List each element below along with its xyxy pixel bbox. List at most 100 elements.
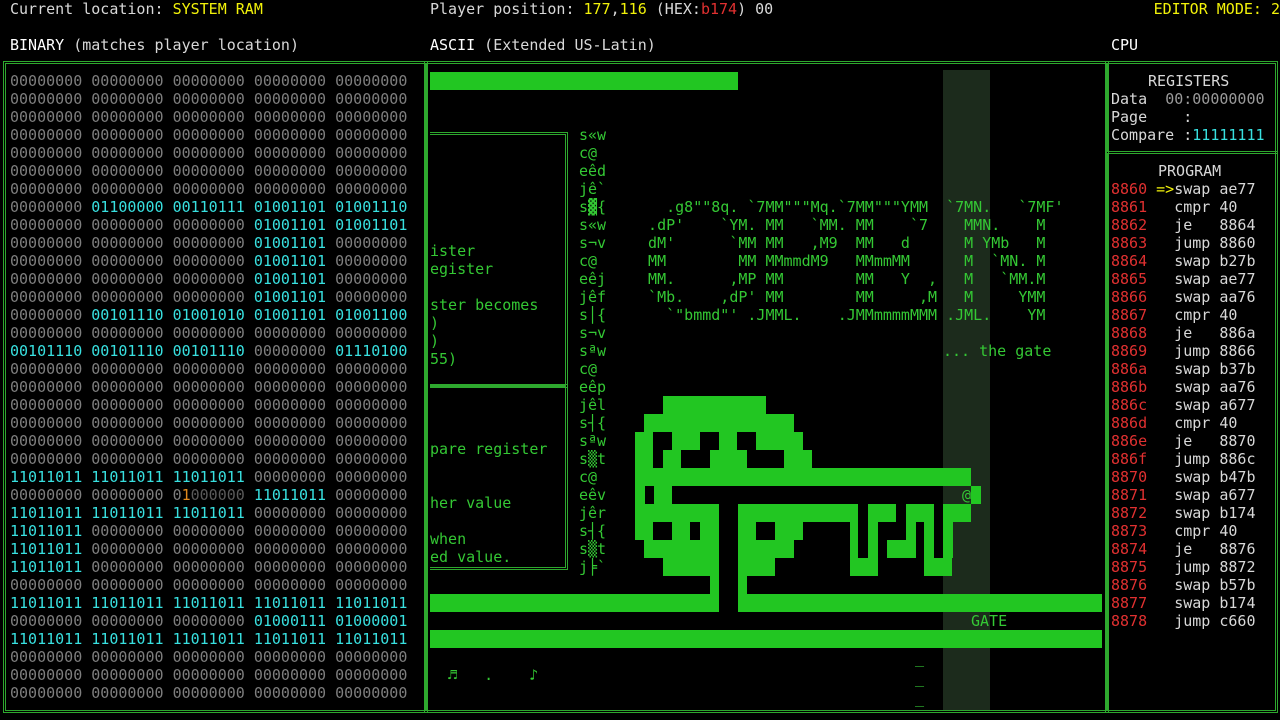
binary-byte: 00000000 [335, 468, 408, 486]
ascii-cell: jêr [579, 504, 607, 522]
program-line: 886c swap a677 [1111, 396, 1256, 414]
binary-byte: 00000000 [172, 612, 245, 630]
binary-byte: 01001101 [253, 216, 327, 234]
binary-byte: 00000000 [10, 378, 83, 396]
binary-byte: 00000000 [91, 288, 164, 306]
binary-byte: 00000000 [91, 432, 164, 450]
info-line: ed value. [430, 548, 512, 566]
program-address: 8861 [1111, 198, 1148, 216]
info-line [430, 476, 547, 494]
hex-value: b174 [700, 0, 738, 18]
program-instruction: swap ae77 [1174, 270, 1256, 288]
info-line: egister [430, 260, 494, 278]
binary-byte: 00000000 [253, 450, 327, 468]
program-pointer [1156, 450, 1174, 468]
position-y: 116 [619, 0, 647, 18]
binary-byte: 00000000 [253, 648, 327, 666]
binary-byte: 00000000 [335, 666, 408, 684]
ascii-cell: s«w [579, 216, 607, 234]
program-instruction: swap b57b [1174, 576, 1256, 594]
binary-byte: 00000000 [172, 378, 245, 396]
program-instruction: je 886a [1174, 324, 1256, 342]
binary-byte: 00000000 [10, 666, 83, 684]
binary-byte: 00110111 [172, 198, 245, 216]
position-label: Player position: [430, 0, 584, 18]
program-line: 8863 jump 8860 [1111, 234, 1256, 252]
binary-byte: 11011011 [172, 504, 245, 522]
ascii-cell: s¬v [579, 324, 607, 342]
program-address: 886b [1111, 378, 1148, 396]
dash-mark: _ [915, 669, 925, 687]
binary-byte: 00000000 [253, 468, 327, 486]
info-line: ister [430, 242, 476, 260]
binary-byte: 00000000 [172, 90, 245, 108]
program-line: 8878 jump c660 [1111, 612, 1256, 630]
program-address: 8860 [1111, 180, 1148, 198]
binary-row: 00101110 00101110 00101110 00000000 0111… [10, 342, 424, 360]
binary-byte: 11011011 [10, 468, 83, 486]
binary-byte: 11011011 [10, 540, 83, 558]
program-pointer [1156, 324, 1174, 342]
ascii-map: ister egister ster becomes)) 55) pare regis… [430, 70, 1102, 710]
dash-mark: _ [915, 649, 925, 667]
program-pointer [1156, 288, 1174, 306]
binary-byte: 00000000 [172, 252, 245, 270]
program-address: 8870 [1111, 468, 1148, 486]
binary-row: 00000000 00000000 00000000 00000000 0000… [10, 576, 424, 594]
cpu-panel-title: CPU [1111, 36, 1139, 54]
floor-right [738, 594, 1102, 612]
info-line: her value [430, 494, 512, 512]
binary-byte: 11011011 [172, 630, 245, 648]
binary-byte: 00000000 [91, 216, 164, 234]
binary-byte: 00000000 [10, 180, 83, 198]
program-line: 8865 swap ae77 [1111, 270, 1256, 288]
binary-row: 00000000 00000000 00000000 00000000 0000… [10, 378, 424, 396]
binary-byte: 00000000 [91, 234, 164, 252]
binary-row: 11011011 00000000 00000000 00000000 0000… [10, 540, 424, 558]
binary-byte: 00000000 [335, 684, 408, 702]
binary-byte: 00000000 [91, 666, 164, 684]
program-instruction: jump 8866 [1174, 342, 1256, 360]
binary-byte: 11011011 [172, 468, 245, 486]
binary-byte: 00000000 [10, 108, 83, 126]
location-readout: Current location: SYSTEM RAM [10, 0, 263, 18]
info-line: pare register [430, 440, 548, 458]
binary-byte: 00000000 [253, 378, 327, 396]
binary-byte: 00000000 [10, 234, 83, 252]
program-pointer [1156, 486, 1174, 504]
ascii-cell: s«w [579, 126, 607, 144]
binary-byte: 00000000 [253, 684, 327, 702]
binary-byte: 11011011 [253, 594, 327, 612]
program-instruction: cmpr 40 [1174, 522, 1238, 540]
binary-byte: 00000000 [253, 414, 327, 432]
program-address: 8868 [1111, 324, 1148, 342]
data-register-label: Data [1111, 90, 1166, 108]
binary-byte: 00000000 [10, 396, 83, 414]
binary-byte: 00000000 [335, 144, 408, 162]
program-line: 8873 cmpr 40 [1111, 522, 1256, 540]
program-pointer [1156, 198, 1174, 216]
page-register: Page : [1111, 108, 1193, 126]
binary-row: 00000000 00000000 00000000 00000000 0000… [10, 180, 424, 198]
player-avatar[interactable]: @ [962, 486, 971, 504]
banner-line: .dP' `YM. MM `MM. MM `7 MMN. M [630, 216, 1046, 234]
program-instruction: swap a677 [1174, 396, 1256, 414]
ascii-cell: s│{ [579, 306, 607, 324]
binary-byte: 00000000 [91, 180, 164, 198]
binary-byte: 11011011 [10, 630, 83, 648]
binary-byte: 01000111 [253, 612, 327, 630]
binary-byte: 00000000 [10, 648, 83, 666]
editor-mode-indicator[interactable]: EDITOR MODE: 2 [1154, 0, 1280, 18]
info-box-1-text: ister egister ster becomes)) 55) [430, 134, 538, 368]
binary-byte: 00000000 [172, 666, 245, 684]
binary-byte: 00000000 [335, 288, 408, 306]
compare-register: Compare :11111111 [1111, 126, 1265, 144]
program-pointer [1156, 576, 1174, 594]
binary-byte: 00000000 [10, 306, 83, 324]
binary-byte: 00000000 [91, 684, 164, 702]
binary-byte: 00000000 [91, 414, 164, 432]
banner-line: `"bmmd"' .JMML. .JMMmmmmMMM .JML. YM [630, 306, 1046, 324]
data-register: Data 00:00000000 [1111, 90, 1265, 108]
binary-byte: 00000000 [10, 90, 83, 108]
program-line: 8861 cmpr 40 [1111, 198, 1256, 216]
